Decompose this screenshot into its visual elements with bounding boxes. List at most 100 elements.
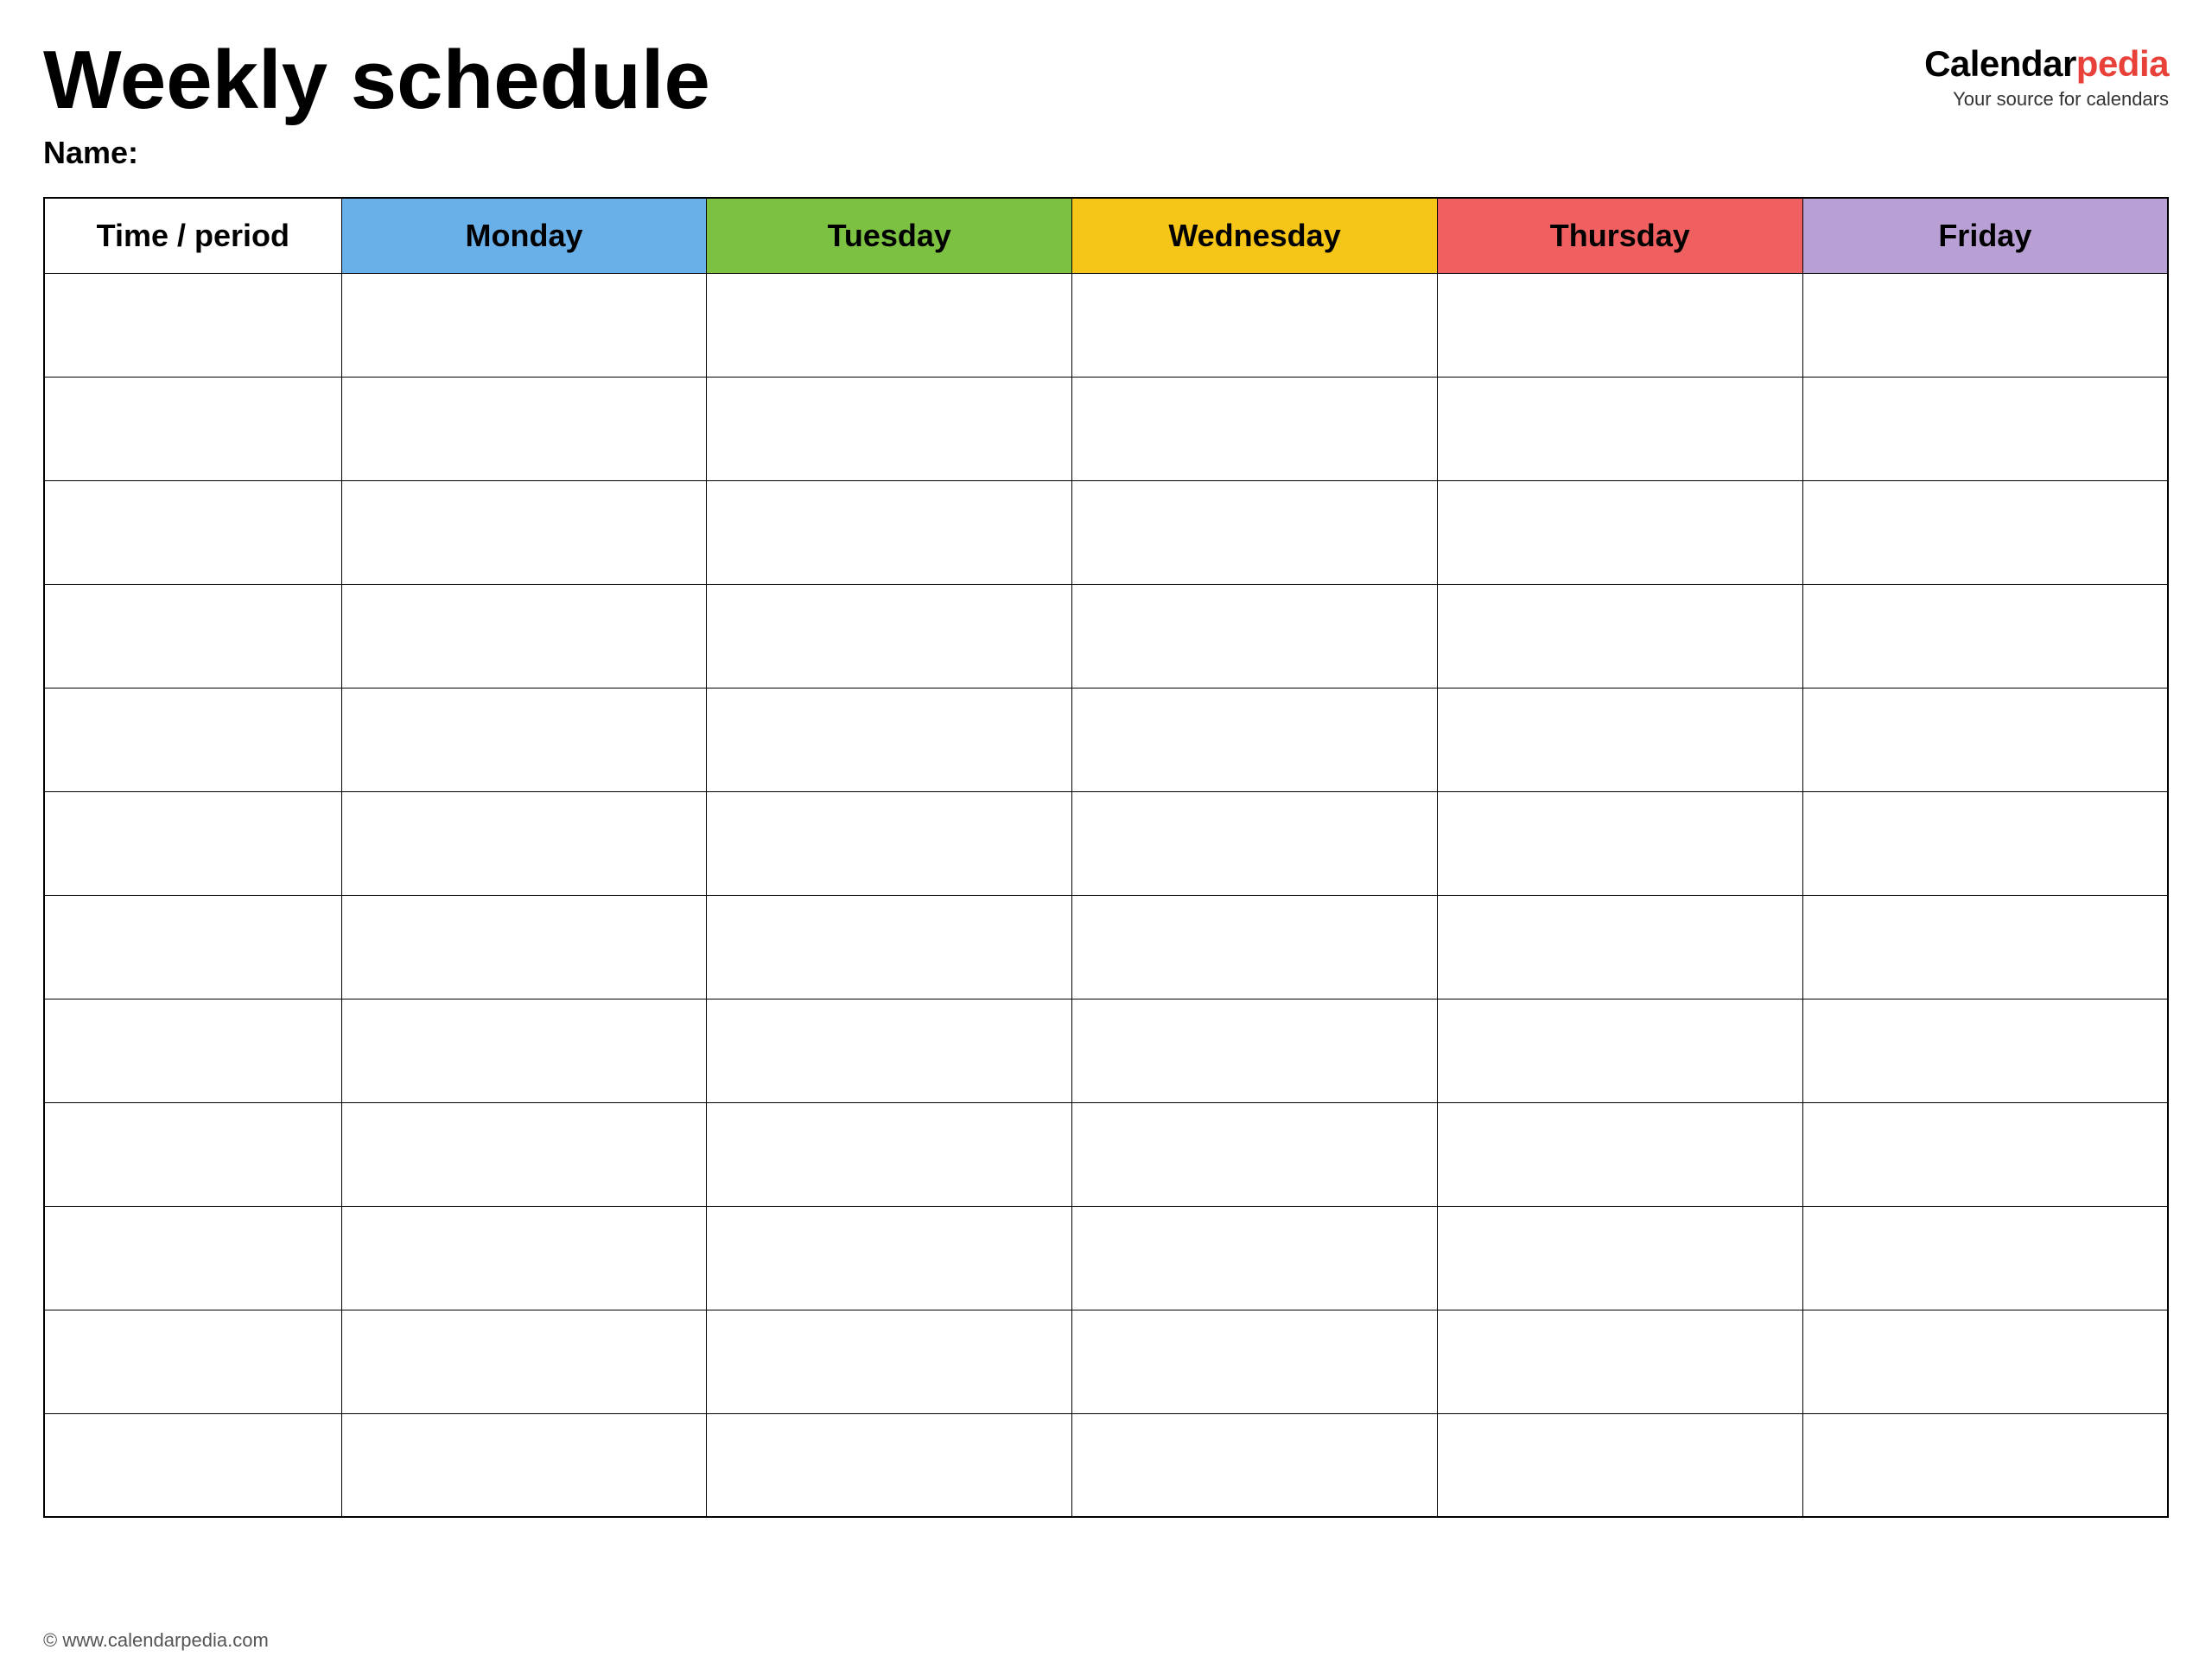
schedule-cell[interactable] (1072, 1413, 1438, 1517)
col-header-thursday: Thursday (1437, 198, 1802, 274)
schedule-cell[interactable] (1072, 688, 1438, 791)
table-row (44, 688, 2168, 791)
time-cell[interactable] (44, 791, 341, 895)
schedule-cell[interactable] (341, 273, 707, 377)
schedule-cell[interactable] (1802, 273, 2168, 377)
schedule-cell[interactable] (1437, 895, 1802, 999)
schedule-cell[interactable] (1802, 1310, 2168, 1413)
schedule-cell[interactable] (341, 1206, 707, 1310)
schedule-cell[interactable] (707, 688, 1072, 791)
logo-section: Calendarpedia Your source for calendars (1924, 35, 2169, 111)
col-header-monday: Monday (341, 198, 707, 274)
time-cell[interactable] (44, 377, 341, 480)
time-cell[interactable] (44, 480, 341, 584)
schedule-cell[interactable] (1802, 584, 2168, 688)
time-cell[interactable] (44, 273, 341, 377)
schedule-cell[interactable] (341, 688, 707, 791)
schedule-cell[interactable] (1072, 791, 1438, 895)
logo-pedia: pedia (2076, 43, 2169, 84)
schedule-cell[interactable] (1437, 1413, 1802, 1517)
table-row (44, 480, 2168, 584)
schedule-cell[interactable] (707, 584, 1072, 688)
schedule-cell[interactable] (1437, 999, 1802, 1102)
table-row (44, 1102, 2168, 1206)
schedule-cell[interactable] (1437, 480, 1802, 584)
schedule-cell[interactable] (1802, 791, 2168, 895)
logo-text: Calendarpedia (1924, 43, 2169, 85)
schedule-cell[interactable] (1437, 791, 1802, 895)
schedule-cell[interactable] (1802, 1413, 2168, 1517)
schedule-cell[interactable] (1437, 1310, 1802, 1413)
logo-tagline: Your source for calendars (1953, 88, 2169, 111)
schedule-cell[interactable] (1802, 688, 2168, 791)
schedule-cell[interactable] (707, 1102, 1072, 1206)
schedule-cell[interactable] (341, 1102, 707, 1206)
schedule-cell[interactable] (1802, 1102, 2168, 1206)
time-cell[interactable] (44, 1310, 341, 1413)
time-cell[interactable] (44, 895, 341, 999)
schedule-cell[interactable] (341, 791, 707, 895)
schedule-cell[interactable] (341, 584, 707, 688)
table-row (44, 377, 2168, 480)
schedule-cell[interactable] (341, 480, 707, 584)
schedule-cell[interactable] (1072, 273, 1438, 377)
schedule-cell[interactable] (341, 999, 707, 1102)
time-cell[interactable] (44, 1413, 341, 1517)
schedule-cell[interactable] (1437, 584, 1802, 688)
schedule-cell[interactable] (707, 791, 1072, 895)
footer-url: © www.calendarpedia.com (43, 1629, 269, 1651)
table-row (44, 999, 2168, 1102)
schedule-cell[interactable] (341, 1413, 707, 1517)
schedule-cell[interactable] (707, 999, 1072, 1102)
schedule-cell[interactable] (1072, 584, 1438, 688)
weekly-schedule-table: Time / period Monday Tuesday Wednesday T… (43, 197, 2169, 1519)
schedule-cell[interactable] (1437, 377, 1802, 480)
time-cell[interactable] (44, 999, 341, 1102)
schedule-cell[interactable] (1072, 377, 1438, 480)
col-header-time: Time / period (44, 198, 341, 274)
table-row (44, 1206, 2168, 1310)
schedule-cell[interactable] (1437, 688, 1802, 791)
schedule-cell[interactable] (707, 1310, 1072, 1413)
schedule-cell[interactable] (1072, 1310, 1438, 1413)
schedule-cell[interactable] (341, 377, 707, 480)
schedule-cell[interactable] (707, 480, 1072, 584)
col-header-tuesday: Tuesday (707, 198, 1072, 274)
table-row (44, 791, 2168, 895)
col-header-wednesday: Wednesday (1072, 198, 1438, 274)
schedule-cell[interactable] (1072, 1206, 1438, 1310)
table-body (44, 273, 2168, 1517)
col-header-friday: Friday (1802, 198, 2168, 274)
time-cell[interactable] (44, 1102, 341, 1206)
time-cell[interactable] (44, 688, 341, 791)
schedule-cell[interactable] (1072, 895, 1438, 999)
schedule-cell[interactable] (1072, 480, 1438, 584)
schedule-cell[interactable] (707, 895, 1072, 999)
schedule-cell[interactable] (1437, 1206, 1802, 1310)
schedule-cell[interactable] (1802, 377, 2168, 480)
title-section: Weekly schedule Name: (43, 35, 710, 171)
schedule-cell[interactable] (707, 377, 1072, 480)
schedule-cell[interactable] (1072, 1102, 1438, 1206)
table-header: Time / period Monday Tuesday Wednesday T… (44, 198, 2168, 274)
time-cell[interactable] (44, 584, 341, 688)
time-cell[interactable] (44, 1206, 341, 1310)
logo-calendar: Calendar (1924, 43, 2076, 84)
schedule-cell[interactable] (1072, 999, 1438, 1102)
schedule-cell[interactable] (1802, 895, 2168, 999)
schedule-cell[interactable] (1437, 273, 1802, 377)
table-row (44, 584, 2168, 688)
table-row (44, 895, 2168, 999)
table-row (44, 1310, 2168, 1413)
footer: © www.calendarpedia.com (43, 1629, 269, 1652)
schedule-cell[interactable] (341, 1310, 707, 1413)
schedule-cell[interactable] (1802, 1206, 2168, 1310)
schedule-cell[interactable] (341, 895, 707, 999)
schedule-cell[interactable] (1802, 480, 2168, 584)
page-header: Weekly schedule Name: Calendarpedia Your… (43, 35, 2169, 171)
schedule-cell[interactable] (1437, 1102, 1802, 1206)
schedule-cell[interactable] (707, 1413, 1072, 1517)
schedule-cell[interactable] (707, 1206, 1072, 1310)
schedule-cell[interactable] (707, 273, 1072, 377)
schedule-cell[interactable] (1802, 999, 2168, 1102)
